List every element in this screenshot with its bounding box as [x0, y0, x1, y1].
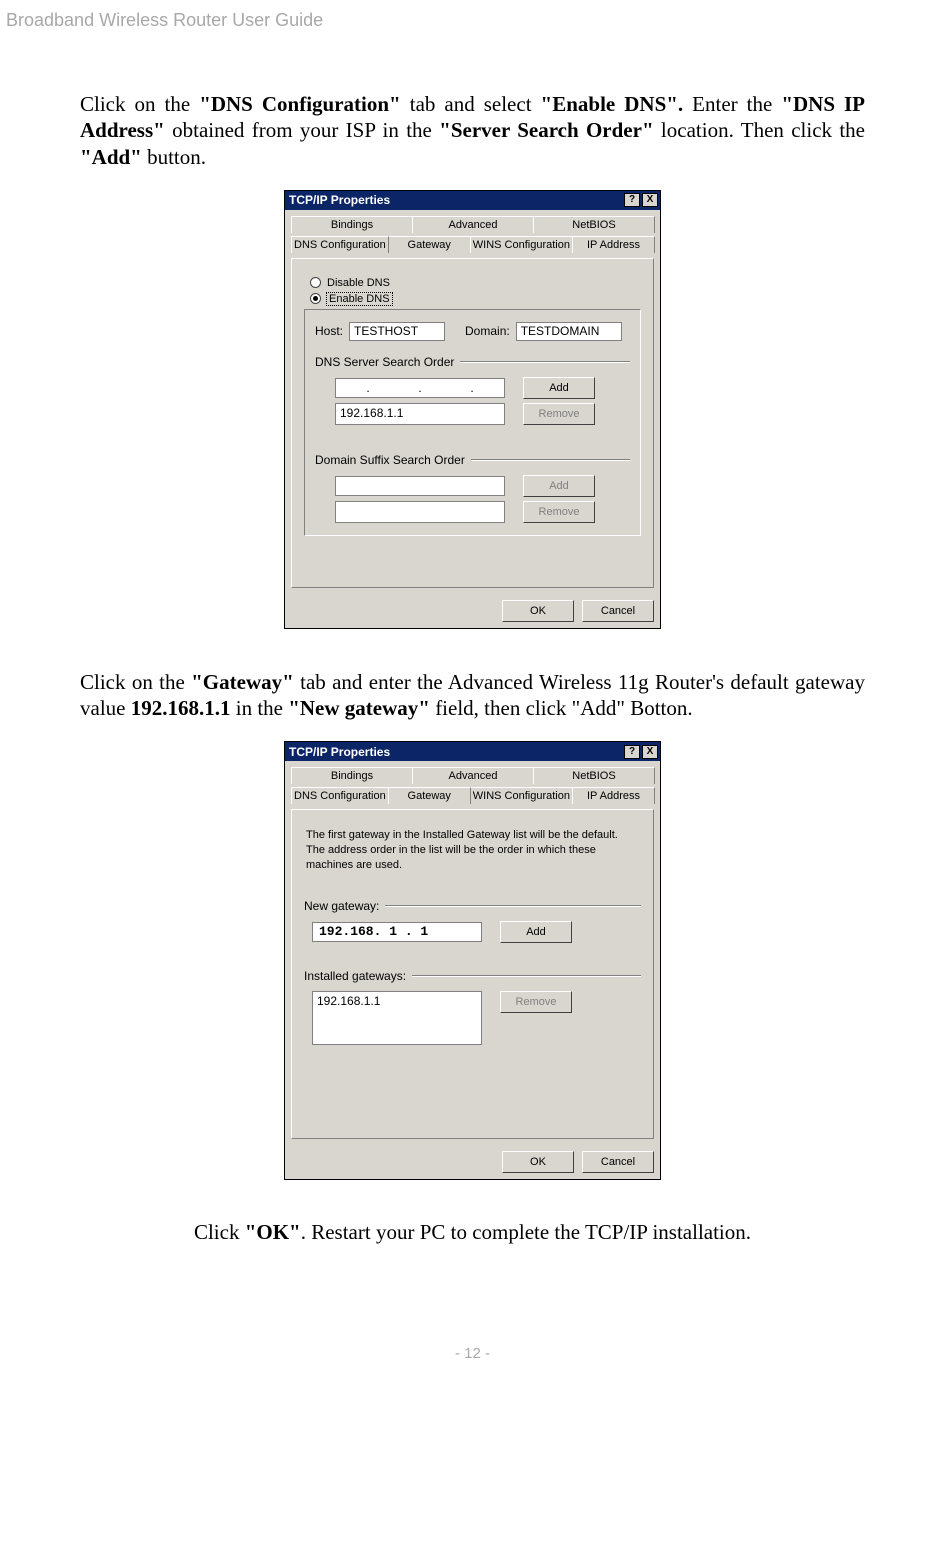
dialog-body: Bindings Advanced NetBIOS DNS Configurat…: [285, 761, 660, 1145]
remove-dns-button[interactable]: Remove: [523, 403, 595, 425]
text-bold: 192.168.1.1: [131, 696, 231, 720]
host-input[interactable]: [349, 322, 445, 341]
dns-list[interactable]: 192.168.1.1: [335, 403, 505, 425]
tab-netbios[interactable]: NetBIOS: [533, 767, 655, 784]
dialog-title: TCP/IP Properties: [289, 745, 622, 759]
text-bold: "New gateway": [288, 696, 430, 720]
dns-settings-frame: Host: Domain: DNS Server Search Order ..…: [304, 309, 641, 536]
dialog-title: TCP/IP Properties: [289, 193, 622, 207]
text: field, then click "Add" Botton.: [430, 696, 693, 720]
ok-button[interactable]: OK: [502, 1151, 574, 1173]
text: Enter the: [683, 92, 781, 116]
ok-button[interactable]: OK: [502, 600, 574, 622]
dialog-footer: OK Cancel: [285, 594, 660, 628]
tab-wins-configuration[interactable]: WINS Configuration: [470, 787, 573, 804]
tab-bindings[interactable]: Bindings: [291, 767, 413, 784]
server-search-header: DNS Server Search Order: [315, 355, 630, 369]
tab-ip-address[interactable]: IP Address: [572, 787, 655, 804]
text: button.: [142, 145, 206, 169]
domain-label: Domain:: [465, 324, 510, 338]
tab-gateway[interactable]: Gateway: [388, 236, 471, 253]
paragraph-2: Click on the "Gateway" tab and enter the…: [80, 669, 865, 722]
installed-gateways-header: Installed gateways:: [304, 969, 641, 983]
group-label: Installed gateways:: [304, 969, 406, 983]
text-bold: "OK": [245, 1220, 301, 1244]
radio-label: Enable DNS: [327, 293, 392, 305]
help-button[interactable]: ?: [624, 193, 640, 207]
text: . Restart your PC to complete the TCP/IP…: [301, 1220, 751, 1244]
divider: [412, 975, 641, 977]
cancel-button[interactable]: Cancel: [582, 600, 654, 622]
paragraph-3: Click "OK". Restart your PC to complete …: [80, 1220, 865, 1245]
new-gateway-header: New gateway:: [304, 899, 641, 913]
text-bold: "Add": [80, 145, 142, 169]
domain-input[interactable]: [516, 322, 622, 341]
tab-bindings[interactable]: Bindings: [291, 216, 413, 233]
radio-label: Disable DNS: [327, 277, 390, 289]
host-label: Host:: [315, 324, 343, 338]
titlebar: TCP/IP Properties ? X: [285, 191, 660, 210]
gateway-description: The first gateway in the Installed Gatew…: [306, 828, 639, 873]
titlebar: TCP/IP Properties ? X: [285, 742, 660, 761]
text-bold: "Gateway": [191, 670, 294, 694]
tab-ip-address[interactable]: IP Address: [572, 236, 655, 253]
tabstrip: Bindings Advanced NetBIOS DNS Configurat…: [291, 216, 654, 258]
page-footer: - 12 -: [0, 1345, 945, 1378]
divider: [385, 905, 641, 907]
text-bold: "DNS Configuration": [199, 92, 401, 116]
tab-dns-configuration[interactable]: DNS Configuration: [291, 787, 389, 804]
text: location. Then click the: [654, 118, 865, 142]
domain-suffix-header: Domain Suffix Search Order: [315, 453, 630, 467]
add-suffix-button[interactable]: Add: [523, 475, 595, 497]
text-bold: "Server Search Order": [439, 118, 653, 142]
dialog-body: Bindings Advanced NetBIOS DNS Configurat…: [285, 210, 660, 594]
text-bold: "Enable DNS".: [541, 92, 684, 116]
installed-gateways-list[interactable]: 192.168.1.1: [312, 991, 482, 1045]
radio-icon: [310, 277, 321, 288]
divider: [471, 459, 630, 461]
tab-netbios[interactable]: NetBIOS: [533, 216, 655, 233]
add-dns-button[interactable]: Add: [523, 377, 595, 399]
help-button[interactable]: ?: [624, 745, 640, 759]
tcpip-dialog-gateway: TCP/IP Properties ? X Bindings Advanced …: [284, 741, 661, 1180]
text: obtained from your ISP in the: [165, 118, 439, 142]
text: tab and select: [401, 92, 541, 116]
content-area: Click on the "DNS Configuration" tab and…: [0, 91, 945, 1245]
cancel-button[interactable]: Cancel: [582, 1151, 654, 1173]
tab-panel-dns: Disable DNS Enable DNS Host: Domain: DNS…: [291, 258, 654, 588]
radio-enable-dns[interactable]: Enable DNS: [310, 293, 641, 305]
radio-disable-dns[interactable]: Disable DNS: [310, 277, 641, 289]
tab-advanced[interactable]: Advanced: [412, 767, 534, 784]
tcpip-dialog-dns: TCP/IP Properties ? X Bindings Advanced …: [284, 190, 661, 629]
remove-gateway-button[interactable]: Remove: [500, 991, 572, 1013]
group-label: Domain Suffix Search Order: [315, 453, 465, 467]
close-button[interactable]: X: [642, 745, 658, 759]
text: Click on the: [80, 670, 191, 694]
tab-dns-configuration[interactable]: DNS Configuration: [291, 236, 389, 253]
radio-icon: [310, 293, 321, 304]
host-domain-row: Host: Domain:: [315, 322, 630, 341]
dns-ip-input[interactable]: ...: [335, 378, 505, 398]
suffix-list[interactable]: [335, 501, 505, 523]
text: Click on the: [80, 92, 199, 116]
divider: [460, 361, 630, 363]
tabstrip: Bindings Advanced NetBIOS DNS Configurat…: [291, 767, 654, 809]
tab-panel-gateway: The first gateway in the Installed Gatew…: [291, 809, 654, 1139]
tab-wins-configuration[interactable]: WINS Configuration: [470, 236, 573, 253]
add-gateway-button[interactable]: Add: [500, 921, 572, 943]
tab-advanced[interactable]: Advanced: [412, 216, 534, 233]
text: Click: [194, 1220, 245, 1244]
group-label: New gateway:: [304, 899, 379, 913]
remove-suffix-button[interactable]: Remove: [523, 501, 595, 523]
paragraph-1: Click on the "DNS Configuration" tab and…: [80, 91, 865, 170]
tab-gateway[interactable]: Gateway: [388, 787, 471, 804]
dialog-footer: OK Cancel: [285, 1145, 660, 1179]
close-button[interactable]: X: [642, 193, 658, 207]
domain-suffix-input[interactable]: [335, 476, 505, 496]
group-label: DNS Server Search Order: [315, 355, 454, 369]
page-header: Broadband Wireless Router User Guide: [0, 0, 945, 31]
text: in the: [230, 696, 288, 720]
new-gateway-input[interactable]: 192.168. 1 . 1: [312, 922, 482, 942]
